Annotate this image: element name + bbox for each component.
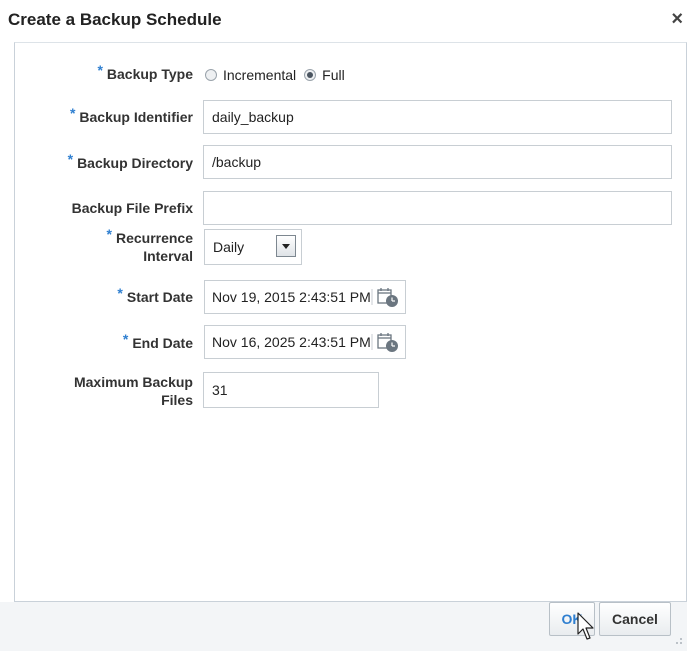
dialog-titlebar: Create a Backup Schedule × <box>0 0 687 42</box>
required-marker: * <box>106 226 112 242</box>
required-marker: * <box>69 105 76 121</box>
calendar-clock-icon[interactable] <box>371 281 405 313</box>
recurrence-interval-value: Daily <box>213 239 245 255</box>
cancel-button[interactable]: Cancel <box>599 602 671 636</box>
backup-directory-label: * Backup Directory <box>67 151 193 171</box>
incremental-option-label[interactable]: Incremental <box>223 67 296 83</box>
start-date-label: * Start Date <box>117 285 193 305</box>
recurrence-interval-label: * Recurrence Interval <box>106 226 194 264</box>
incremental-radio[interactable] <box>205 69 217 82</box>
backup-schedule-dialog: Create a Backup Schedule × * Backup Type … <box>0 0 687 651</box>
backup-file-prefix-label: Backup File Prefix <box>71 200 193 216</box>
required-marker: * <box>122 331 129 347</box>
recurrence-interval-select[interactable]: Daily <box>204 229 302 265</box>
full-option-label[interactable]: Full <box>322 67 345 83</box>
start-date-input[interactable]: Nov 19, 2015 2:43:51 PM <box>204 280 406 314</box>
backup-identifier-label: * Backup Identifier <box>69 105 193 125</box>
maximum-backup-files-input[interactable] <box>203 372 379 408</box>
backup-file-prefix-input[interactable] <box>203 191 672 225</box>
end-date-input[interactable]: Nov 16, 2025 2:43:51 PM <box>204 325 406 359</box>
end-date-label: * End Date <box>122 331 193 351</box>
chevron-down-icon[interactable] <box>276 235 296 257</box>
backup-identifier-input[interactable] <box>203 100 672 134</box>
dialog-title: Create a Backup Schedule <box>8 10 222 29</box>
backup-directory-input[interactable] <box>203 145 672 179</box>
mouse-pointer-icon <box>577 612 594 640</box>
end-date-value: Nov 16, 2025 2:43:51 PM <box>212 334 371 350</box>
backup-type-radio-group: Incremental Full <box>205 66 353 83</box>
required-marker: * <box>117 285 123 301</box>
required-marker: * <box>97 62 103 78</box>
calendar-clock-icon[interactable] <box>371 326 405 358</box>
required-marker: * <box>67 151 74 167</box>
start-date-value: Nov 19, 2015 2:43:51 PM <box>212 289 371 305</box>
close-icon[interactable]: × <box>671 8 683 31</box>
resize-grip-icon[interactable] <box>673 635 683 645</box>
maximum-backup-files-label: Maximum Backup Files <box>73 374 193 408</box>
full-radio[interactable] <box>304 69 317 82</box>
backup-type-label: * Backup Type <box>97 62 193 82</box>
